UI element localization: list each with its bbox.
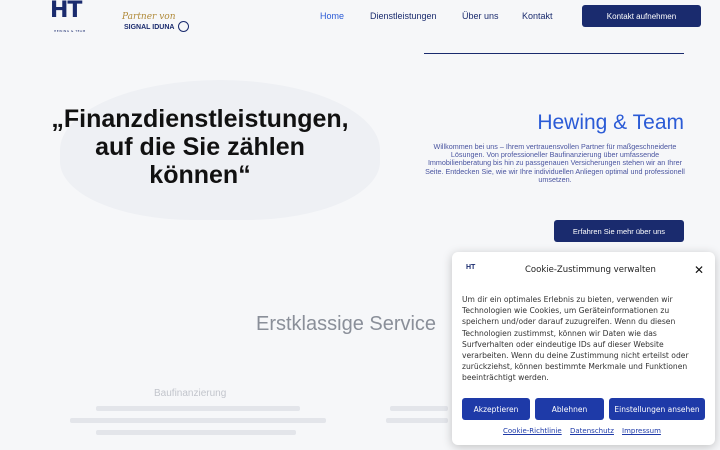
imprint-link[interactable]: Impressum xyxy=(622,427,661,435)
partner-script-text: Partner von xyxy=(122,12,176,22)
about-us-button[interactable]: Erfahren Sie mehr über uns xyxy=(554,220,684,242)
hero-quote-line: „Finanzdienstleistungen, xyxy=(51,105,349,133)
deny-button[interactable]: Ablehnen xyxy=(535,398,604,420)
cookie-policy-link[interactable]: Cookie-Richtlinie xyxy=(503,427,562,435)
cookie-logo: HT xyxy=(466,264,476,271)
nav-home[interactable]: Home xyxy=(320,11,344,21)
service-text-placeholder xyxy=(96,406,300,411)
hero-title: Hewing & Team xyxy=(537,111,684,134)
logo-mark: HT xyxy=(50,0,82,23)
services-heading: Erstklassige Service xyxy=(256,313,437,335)
service-text-placeholder xyxy=(70,418,326,423)
cookie-consent-dialog: HT Cookie-Zustimmung verwalten ✕ Um dir … xyxy=(452,252,715,445)
partner-logo: Partner von SIGNAL IDUNA xyxy=(122,12,202,36)
privacy-link[interactable]: Datenschutz xyxy=(570,427,614,435)
nav-kontakt[interactable]: Kontakt xyxy=(522,11,553,21)
cookie-dialog-text: Um dir ein optimales Erlebnis zu bieten,… xyxy=(462,295,689,383)
service-text-placeholder xyxy=(390,406,448,411)
service-text-placeholder xyxy=(96,430,296,435)
signal-iduna-icon xyxy=(178,21,189,32)
service-text-placeholder xyxy=(386,418,448,423)
close-icon[interactable]: ✕ xyxy=(692,263,706,277)
cookie-dialog-title: Cookie-Zustimmung verwalten xyxy=(525,265,656,275)
hero-quote: „Finanzdienstleistungen, auf die Sie zäh… xyxy=(30,105,370,189)
logo-subtext: HEWING & TEAM xyxy=(54,29,86,33)
hero-quote-line: auf die Sie zählen xyxy=(95,133,305,161)
nav-dienstleistungen[interactable]: Dienstleistungen xyxy=(370,11,437,21)
hero-divider xyxy=(424,53,684,54)
hero-quote-line: können“ xyxy=(149,161,251,189)
contact-button[interactable]: Kontakt aufnehmen xyxy=(582,5,701,27)
hero-intro-text: Willkommen bei uns – Ihrem vertrauensvol… xyxy=(425,142,685,184)
site-header: HT HEWING & TEAM Partner von SIGNAL IDUN… xyxy=(0,0,720,40)
nav-ueber-uns[interactable]: Über uns xyxy=(462,11,499,21)
accept-button[interactable]: Akzeptieren xyxy=(462,398,530,420)
partner-name: SIGNAL IDUNA xyxy=(124,24,175,31)
view-settings-button[interactable]: Einstellungen ansehen xyxy=(609,398,705,420)
service-title-baufinanzierung: Baufinanzierung xyxy=(154,388,227,399)
hewing-team-logo[interactable]: HT HEWING & TEAM xyxy=(50,0,96,36)
